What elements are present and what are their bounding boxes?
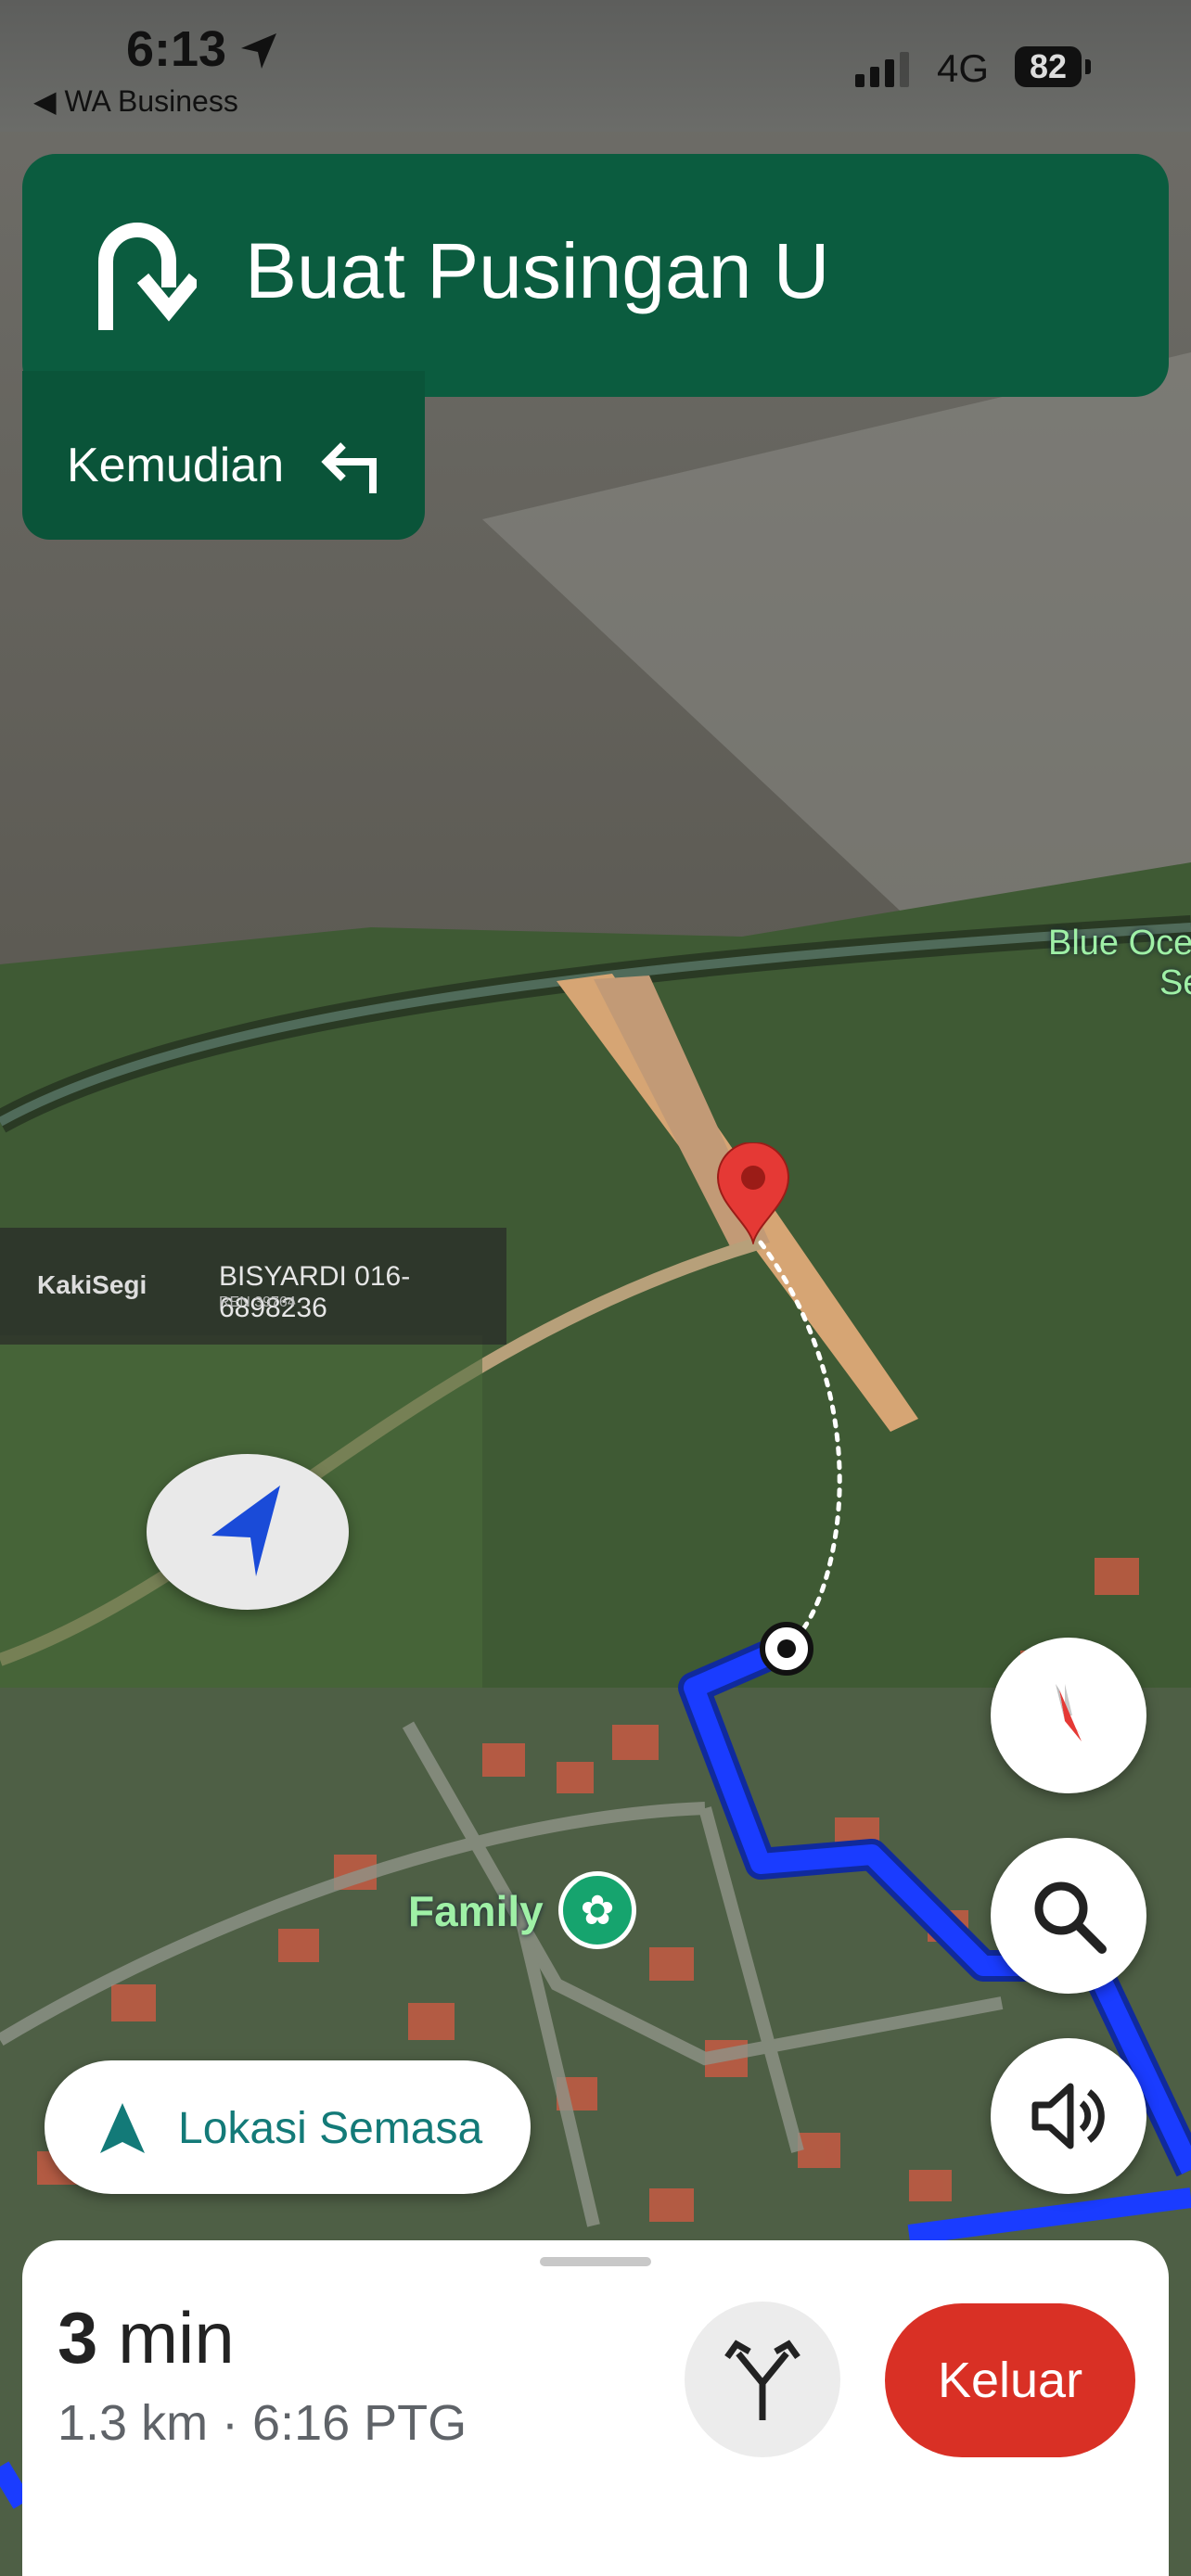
poi-store-icon[interactable]: ✿: [558, 1871, 636, 1949]
alternate-routes-icon: [724, 2340, 800, 2420]
poi-label[interactable]: Family: [408, 1886, 544, 1936]
place-label-line2: Se: [1159, 963, 1191, 1002]
search-button[interactable]: [991, 1838, 1146, 1994]
current-location-button[interactable]: Lokasi Semasa: [45, 2060, 531, 2194]
location-services-icon: [241, 33, 276, 69]
network-type: 4G: [937, 46, 990, 90]
status-time: 6:13: [126, 21, 227, 77]
trip-summary: 1.3 km · 6:16 PTG: [58, 2395, 467, 2451]
instruction-text: Buat Pusingan U: [245, 227, 830, 314]
listing-watermark: KakiSegi BISYARDI 016-6898236 REN 39764: [0, 1228, 506, 1345]
status-bar: 6:13 ◀ WA Business 4G 82: [0, 0, 1191, 132]
cellular-signal-icon: [855, 52, 909, 87]
navigation-instruction-banner[interactable]: Buat Pusingan U: [22, 154, 1169, 397]
eta-value: 3: [58, 2297, 98, 2378]
battery-icon: 82: [1015, 46, 1082, 87]
current-location-label: Lokasi Semasa: [178, 2104, 483, 2153]
turn-left-icon: [321, 442, 377, 493]
back-to-app-link[interactable]: ◀ WA Business: [33, 83, 238, 119]
alternate-routes-button[interactable]: [685, 2302, 840, 2457]
exit-navigation-button[interactable]: Keluar: [885, 2303, 1135, 2457]
search-icon: [1034, 1881, 1107, 1954]
location-arrow-icon: [100, 2103, 145, 2153]
watermark-agent: BISYARDI 016-6898236: [219, 1261, 411, 1323]
trip-bottom-sheet[interactable]: 3 min 1.3 km · 6:16 PTG Keluar: [22, 2240, 1169, 2576]
eta-display: 3 min: [58, 2296, 235, 2380]
navigation-arrow-icon: [211, 1486, 280, 1576]
sheet-drag-handle[interactable]: [540, 2257, 651, 2266]
battery-tip: [1085, 59, 1091, 74]
eta-unit: min: [118, 2297, 235, 2378]
place-label[interactable]: Blue Oce Se: [1048, 924, 1191, 1003]
u-turn-right-icon: [98, 223, 197, 330]
destination-pin-icon[interactable]: [716, 1142, 790, 1244]
place-label-line1: Blue Oce: [1048, 924, 1191, 963]
next-instruction-chip[interactable]: Kemudian: [22, 371, 425, 540]
then-label: Kemudian: [67, 439, 285, 492]
recenter-button[interactable]: [147, 1454, 349, 1610]
sound-button[interactable]: [991, 2038, 1146, 2194]
volume-icon: [1031, 2083, 1105, 2149]
compass-button[interactable]: [991, 1638, 1146, 1793]
compass-icon: [1056, 1684, 1082, 1741]
watermark-license: REN 39764: [219, 1294, 296, 1310]
watermark-brand: KakiSegi: [37, 1270, 147, 1299]
